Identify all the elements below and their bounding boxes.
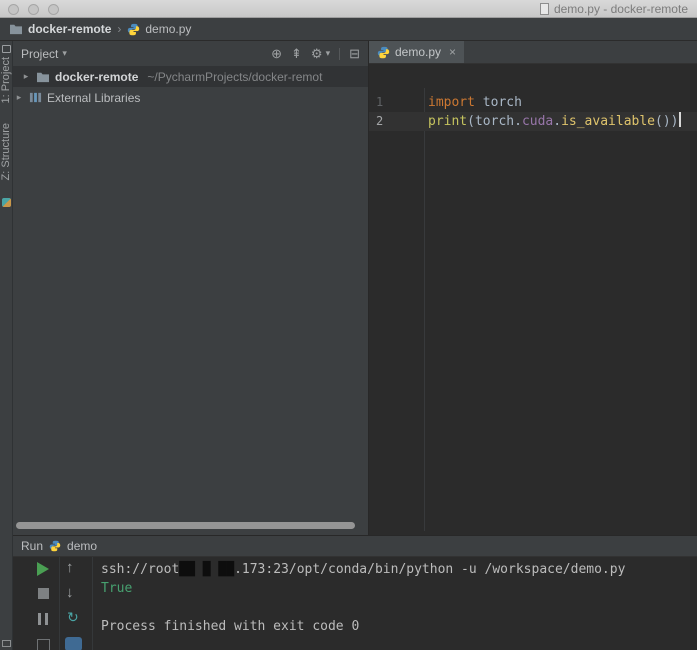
breadcrumb-separator-icon: › <box>117 22 122 36</box>
project-view-title[interactable]: Project <box>21 47 58 61</box>
macos-titlebar: demo.py - docker-remote <box>0 0 697 18</box>
chevron-right-icon[interactable]: ▸ <box>14 92 24 103</box>
breadcrumb-project[interactable]: docker-remote <box>9 22 111 36</box>
run-panel-title: Run <box>21 539 44 553</box>
breadcrumb-file-label: demo.py <box>145 22 192 36</box>
external-libraries-label: External Libraries <box>47 90 141 105</box>
console-line-command: ssh://root██ █ ██.173:23/opt/conda/bin/p… <box>101 562 626 577</box>
toggle-toolwindows-icon[interactable] <box>2 640 11 647</box>
editor-code-area[interactable]: 1 import torch 2 print(torch.cuda.is_ava… <box>369 64 697 531</box>
document-icon <box>539 3 549 15</box>
code-text: print(torch.cuda.is_available()) <box>428 114 679 129</box>
line-number: 2 <box>376 114 384 128</box>
close-tab-icon[interactable]: × <box>449 45 456 59</box>
run-panel-header: Run demo <box>13 535 697 557</box>
breadcrumb-project-label: docker-remote <box>28 22 112 36</box>
rerun-button[interactable] <box>37 562 49 576</box>
python-run-icon <box>49 540 61 552</box>
run-console: ↑ ↓ ↻ ssh://root██ █ ██.173:23/opt/conda… <box>13 557 697 650</box>
toolbar-divider <box>59 557 60 650</box>
chevron-right-icon[interactable]: ▸ <box>21 71 31 82</box>
pause-output-button[interactable] <box>38 613 48 625</box>
project-root-path: ~/PycharmProjects/docker-remot <box>147 69 323 84</box>
down-stack-trace-button[interactable]: ↓ <box>66 585 74 600</box>
tab-label: demo.py <box>395 45 442 59</box>
breadcrumb-file[interactable]: demo.py <box>127 22 191 36</box>
libraries-icon <box>29 91 42 104</box>
gear-caret-icon[interactable]: ▾ <box>326 48 331 59</box>
zoom-window-button[interactable] <box>48 4 59 15</box>
console-line-exit: Process finished with exit code 0 <box>101 619 360 634</box>
folder-icon <box>36 71 50 83</box>
project-panel-header: Project ▾ ⊕ ⇞ ⚙ ▾ ⊟ <box>13 41 368 66</box>
navigation-bar: docker-remote › demo.py <box>0 18 697 41</box>
folder-icon <box>9 23 23 35</box>
code-line-1[interactable]: 1 import torch <box>369 93 697 112</box>
horizontal-scrollbar[interactable] <box>16 522 355 529</box>
gutter-separator <box>424 88 425 531</box>
project-panel: Project ▾ ⊕ ⇞ ⚙ ▾ ⊟ ▸ docker-remote ~/Py… <box>13 41 368 535</box>
text-caret <box>679 112 682 127</box>
toolbar-divider <box>92 557 93 650</box>
run-configuration-name[interactable]: demo <box>67 539 97 553</box>
tool-window-stripe: 1: Project Z: Structure <box>0 41 13 650</box>
pycharm-window: demo.py - docker-remote docker-remote › … <box>0 0 697 650</box>
editor-tab-bar: demo.py × <box>369 41 697 64</box>
hide-panel-icon[interactable]: ⊟ <box>349 46 360 62</box>
stop-button[interactable] <box>38 588 49 599</box>
close-window-button[interactable] <box>8 4 19 15</box>
line-number: 1 <box>376 95 384 109</box>
tab-demo-py[interactable]: demo.py × <box>369 41 465 63</box>
toolbar-divider <box>339 47 341 60</box>
structure-icon <box>2 198 11 207</box>
code-text: import torch <box>428 95 522 110</box>
console-line-result: True <box>101 581 133 596</box>
gear-icon[interactable]: ⚙ <box>311 46 323 62</box>
project-root-name: docker-remote <box>55 69 139 84</box>
editor-area[interactable]: demo.py × 1 import torch 2 print(torch.c… <box>368 41 697 535</box>
locate-file-icon[interactable]: ⊕ <box>271 46 282 62</box>
minimize-window-button[interactable] <box>28 4 39 15</box>
window-title-text: demo.py - docker-remote <box>553 2 688 16</box>
scroll-to-end-button[interactable]: ↻ <box>67 610 79 624</box>
python-file-icon <box>127 23 140 36</box>
selected-console-tool-icon[interactable] <box>65 637 82 650</box>
project-view-caret-icon[interactable]: ▾ <box>62 48 67 59</box>
python-file-icon <box>377 46 390 59</box>
tool-window-icon <box>2 45 11 53</box>
code-line-2[interactable]: 2 print(torch.cuda.is_available()) <box>369 112 697 131</box>
window-title: demo.py - docker-remote <box>539 2 688 16</box>
tree-row-project-root[interactable]: ▸ docker-remote ~/PycharmProjects/docker… <box>13 66 368 87</box>
up-stack-trace-button[interactable]: ↑ <box>66 560 74 575</box>
tool-button-project[interactable]: 1: Project <box>0 57 13 103</box>
tree-row-external-libraries[interactable]: ▸ External Libraries <box>13 87 368 108</box>
console-output: ssh://root██ █ ██.173:23/opt/conda/bin/p… <box>101 560 697 636</box>
collapse-all-icon[interactable]: ⇞ <box>291 46 302 62</box>
tool-button-structure[interactable]: Z: Structure <box>0 123 13 180</box>
restore-layout-icon[interactable] <box>37 639 50 650</box>
